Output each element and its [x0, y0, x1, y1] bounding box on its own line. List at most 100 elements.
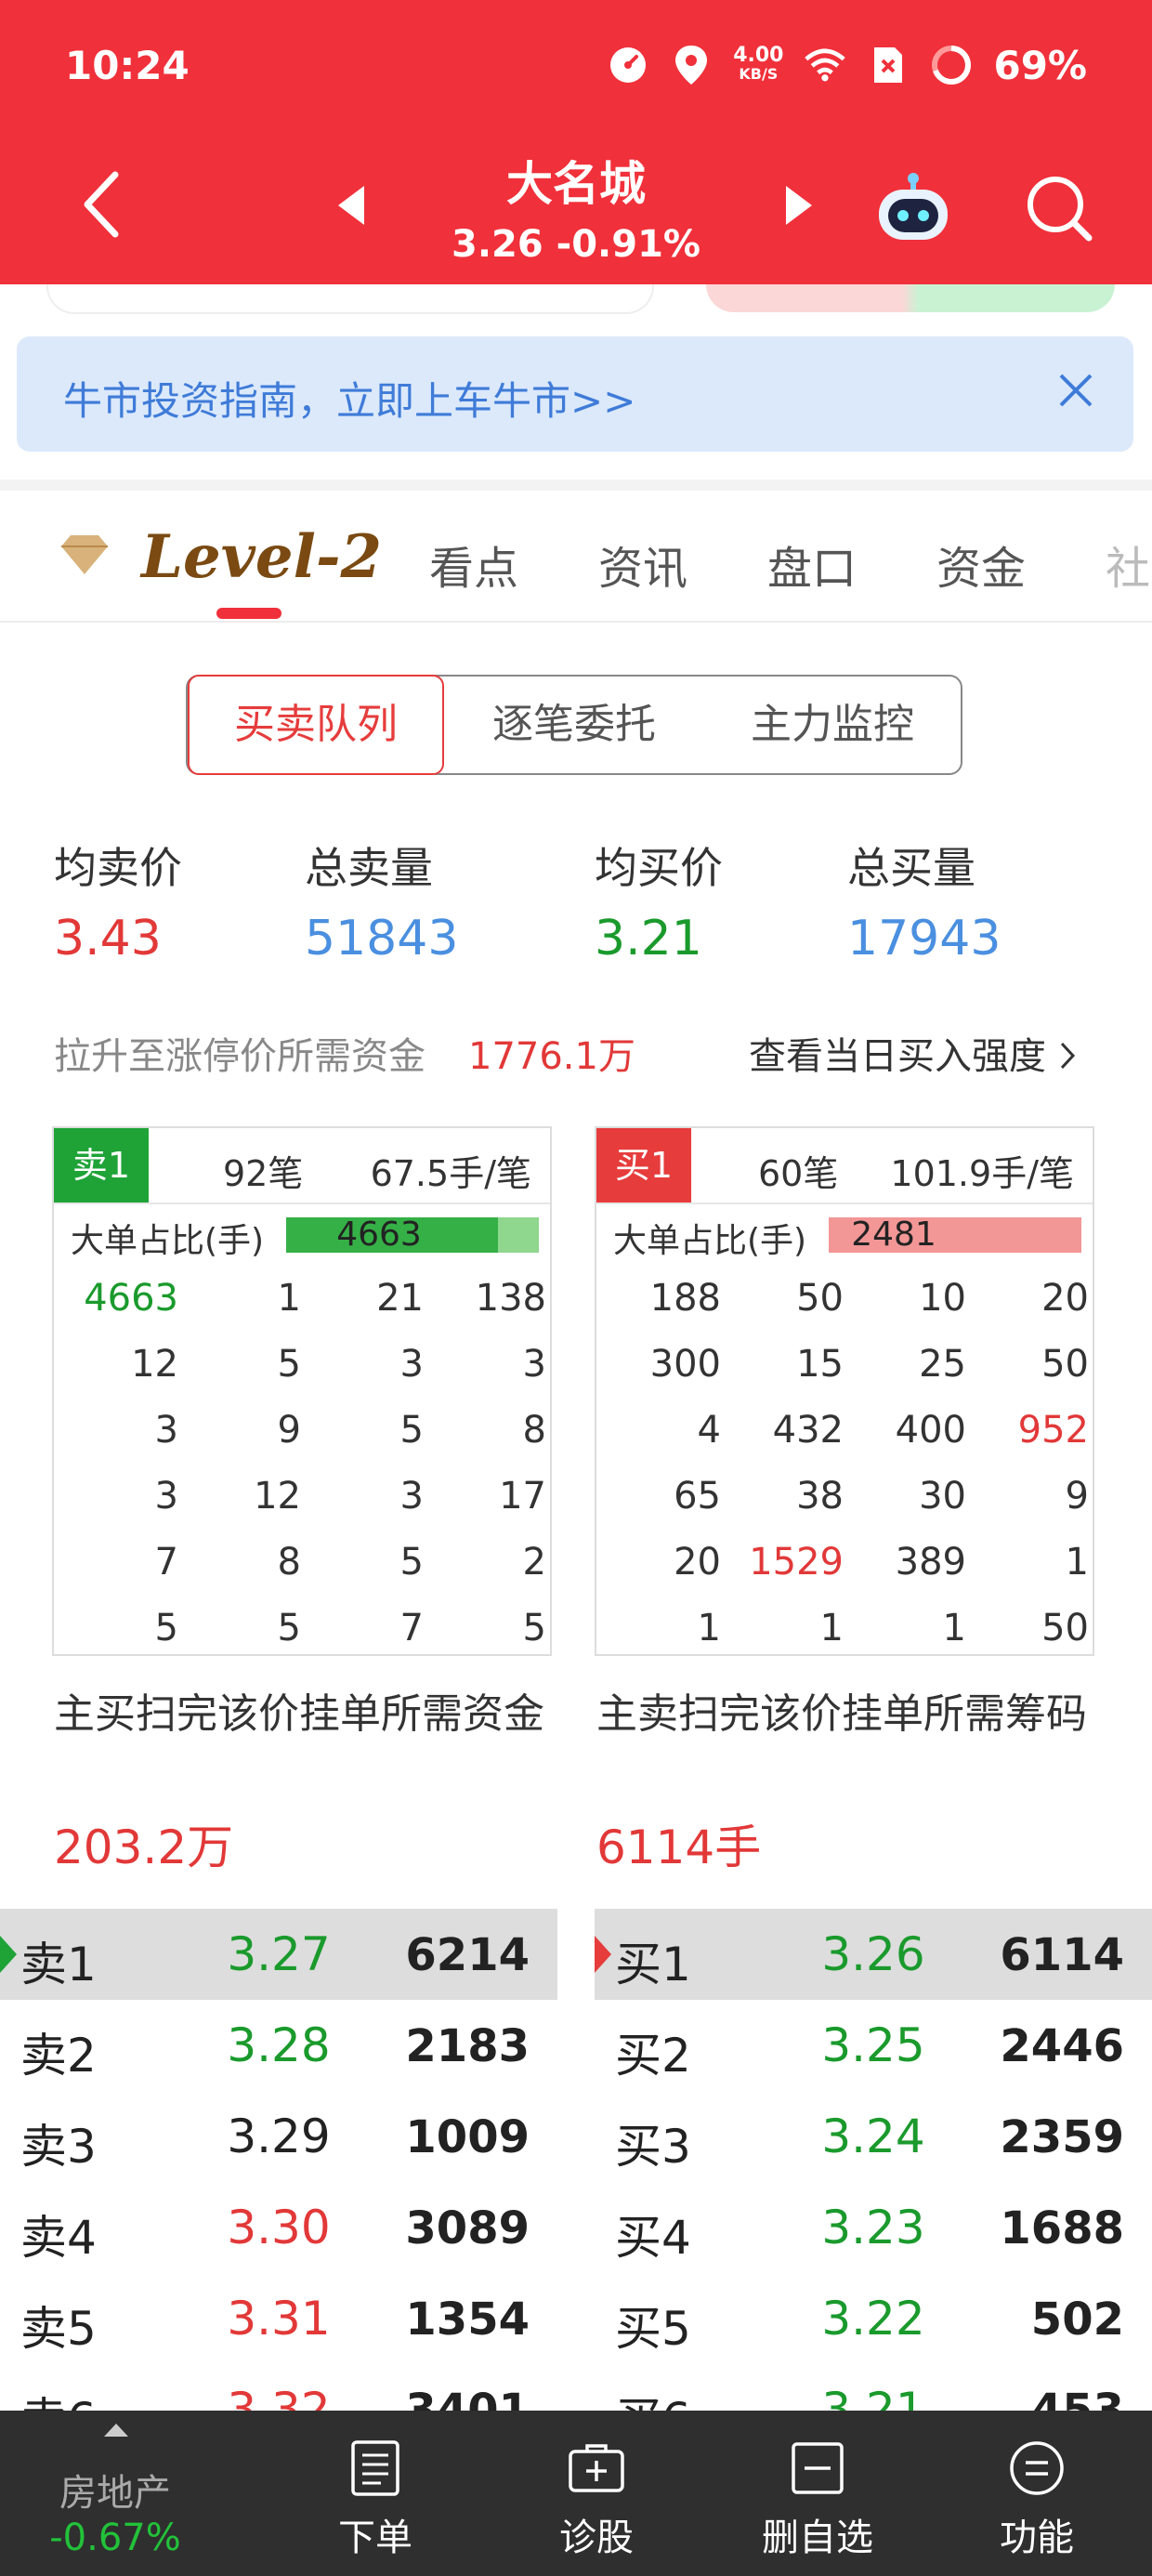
search-icon[interactable] — [1024, 173, 1094, 247]
queue-cell: 25 — [919, 1343, 966, 1386]
queue-row: 4 432 400 952 — [596, 1400, 1093, 1465]
next-stock-icon[interactable] — [782, 184, 816, 230]
sell1-big-order-value: 4663 — [336, 1216, 422, 1254]
queue-cell: 15 — [796, 1343, 844, 1386]
tab-level2[interactable]: Level-2 — [141, 522, 382, 592]
order-document-icon — [351, 2440, 399, 2496]
segment-tick-orders[interactable]: 逐笔委托 — [444, 677, 704, 773]
queue-cell: 5 — [399, 1541, 424, 1584]
sell-book-row[interactable]: 卖4 3.30 3089 — [0, 2182, 557, 2273]
buy-book-row[interactable]: 买1 3.26 6114 — [595, 1909, 1152, 2000]
buy-book-row[interactable]: 买5 3.22 502 — [595, 2273, 1152, 2364]
order-label: 下单 — [338, 2517, 412, 2559]
remove-watchlist-button[interactable]: 删自选 — [702, 2411, 933, 2576]
sell-book-row[interactable]: 卖1 3.27 6214 — [0, 1909, 557, 2000]
queue-cell: 7 — [154, 1541, 178, 1584]
limit-up-fund-label: 拉升至涨停价所需资金 — [54, 1035, 425, 1078]
segment-main-monitor[interactable]: 主力监控 — [704, 677, 961, 773]
sweep-sell-value: 6114手 — [596, 1820, 762, 1874]
sweep-buy-value: 203.2万 — [54, 1820, 234, 1874]
queue-cell: 5 — [154, 1607, 178, 1649]
buy1-order-count: 60笔 — [758, 1153, 839, 1194]
tab-highlights[interactable]: 看点 — [429, 532, 518, 597]
sell-book-row[interactable]: 卖2 3.28 2183 — [0, 2000, 557, 2091]
speedometer-icon — [607, 44, 649, 86]
queue-cell: 188 — [649, 1277, 721, 1320]
queue-cell: 1 — [1065, 1541, 1089, 1584]
queue-row: 7 8 5 2 — [54, 1531, 550, 1597]
queue-cell: 952 — [1017, 1409, 1089, 1452]
segment-buy-sell-queue[interactable]: 买卖队列 — [188, 675, 444, 775]
queue-row: 5 5 7 5 — [54, 1597, 550, 1663]
queue-row: 20 1529 389 1 — [596, 1531, 1093, 1597]
buy-level-volume: 1688 — [1000, 2202, 1124, 2254]
tab-community[interactable]: 社 — [1106, 532, 1150, 597]
queue-cell: 12 — [254, 1475, 301, 1518]
queue-cell: 17 — [499, 1475, 546, 1518]
promo-banner[interactable]: 牛市投资指南，立即上车牛市>> — [17, 336, 1133, 452]
total-sell-value: 51843 — [305, 911, 459, 966]
queue-cell: 3 — [522, 1343, 546, 1386]
top-header: 10:24 4.00 KB/S 69% 大名城 3.26 -0.91% — [0, 0, 1152, 284]
sweep-buy-title: 主买扫完该价挂单所需资金 — [54, 1690, 544, 1738]
limit-up-fund-value: 1776.1万 — [468, 1035, 635, 1078]
sweep-sell-title: 主卖扫完该价挂单所需筹码 — [596, 1690, 1087, 1738]
order-button[interactable]: 下单 — [260, 2411, 491, 2576]
buy-book-list: 买1 3.26 6114 买2 3.25 2446 买3 3.24 2359 买4 3.23 1688… — [595, 1909, 1152, 2411]
sell-book-row[interactable]: 卖5 3.31 1354 — [0, 2273, 557, 2364]
queue-row: 188 50 10 20 — [596, 1268, 1093, 1334]
queue-segment-control: 买卖队列 逐笔委托 主力监控 — [186, 675, 962, 775]
queue-cell: 30 — [919, 1475, 966, 1518]
avg-buy-label: 均买价 — [595, 843, 723, 893]
tab-orderbook[interactable]: 盘口 — [767, 532, 857, 597]
queue-cell: 389 — [895, 1541, 966, 1584]
queue-row: 3 9 5 8 — [54, 1400, 550, 1465]
buy-book-row[interactable]: 买63.21453 — [595, 2364, 1152, 2411]
queue-cell: 12 — [131, 1343, 178, 1386]
scrolled-card-left — [46, 284, 654, 314]
queue-cell: 8 — [522, 1409, 546, 1452]
close-icon[interactable] — [1055, 370, 1096, 414]
ai-robot-icon[interactable] — [873, 171, 953, 249]
chevron-right-icon — [1060, 1042, 1075, 1070]
queue-cell: 9 — [277, 1409, 301, 1452]
queue-cell: 38 — [796, 1475, 844, 1518]
buy-strength-link[interactable]: 查看当日买入强度 — [749, 1026, 1079, 1080]
buy-book-row[interactable]: 买3 3.24 2359 — [595, 2091, 1152, 2182]
total-buy-label: 总买量 — [847, 843, 975, 893]
sell1-big-order-bar: 4663 — [286, 1217, 539, 1253]
banner-text[interactable]: 牛市投资指南，立即上车牛市>> — [63, 370, 635, 427]
queue-cell: 300 — [649, 1343, 721, 1386]
tab-funds[interactable]: 资金 — [936, 532, 1026, 597]
buy-book-row[interactable]: 买4 3.23 1688 — [595, 2182, 1152, 2273]
sell1-badge: 卖1 — [54, 1128, 149, 1203]
queue-cell: 9 — [1065, 1475, 1089, 1518]
diagnose-label: 诊股 — [559, 2517, 634, 2559]
functions-button[interactable]: 功能 — [922, 2411, 1152, 2576]
network-speed: 4.00 KB/S — [733, 44, 784, 84]
total-sell-label: 总卖量 — [305, 843, 433, 893]
queue-row: 65 38 30 9 — [596, 1465, 1093, 1531]
bottom-toolbar: 房地产 -0.67% 下单 诊股 删自选 功能 — [0, 2411, 1152, 2576]
sell-book-row[interactable]: 卖3 3.29 1009 — [0, 2091, 557, 2182]
sell1-queue-header: 卖1 92笔 67.5手/笔 — [54, 1128, 550, 1204]
queue-row: 12 5 3 3 — [54, 1334, 550, 1400]
queue-cell: 7 — [399, 1607, 424, 1649]
queue-cell: 1529 — [749, 1541, 844, 1584]
sell-book-row[interactable]: 卖63.323401 — [0, 2364, 557, 2411]
tab-news[interactable]: 资讯 — [598, 532, 687, 597]
queue-cell: 432 — [772, 1409, 844, 1452]
buy1-badge: 买1 — [596, 1128, 691, 1203]
sell1-queue-grid: 4663 1 21 138 12 5 3 3 3 9 5 8 3 12 3 17 7 8 5 2 5 5 7 5 — [54, 1268, 550, 1663]
buy-book-row[interactable]: 买2 3.25 2446 — [595, 2000, 1152, 2091]
queue-cell: 50 — [1041, 1607, 1089, 1649]
queue-cell: 1 — [277, 1277, 301, 1320]
sell-level-volume: 3089 — [405, 2202, 530, 2254]
queue-cell: 21 — [376, 1277, 424, 1320]
diamond-icon — [59, 533, 110, 580]
diagnose-button[interactable]: 诊股 — [481, 2411, 712, 2576]
sector-indicator[interactable]: 房地产 -0.67% — [0, 2411, 230, 2576]
queue-cell: 400 — [895, 1409, 966, 1452]
queue-cell: 3 — [154, 1409, 178, 1452]
queue-cell: 5 — [522, 1607, 546, 1649]
